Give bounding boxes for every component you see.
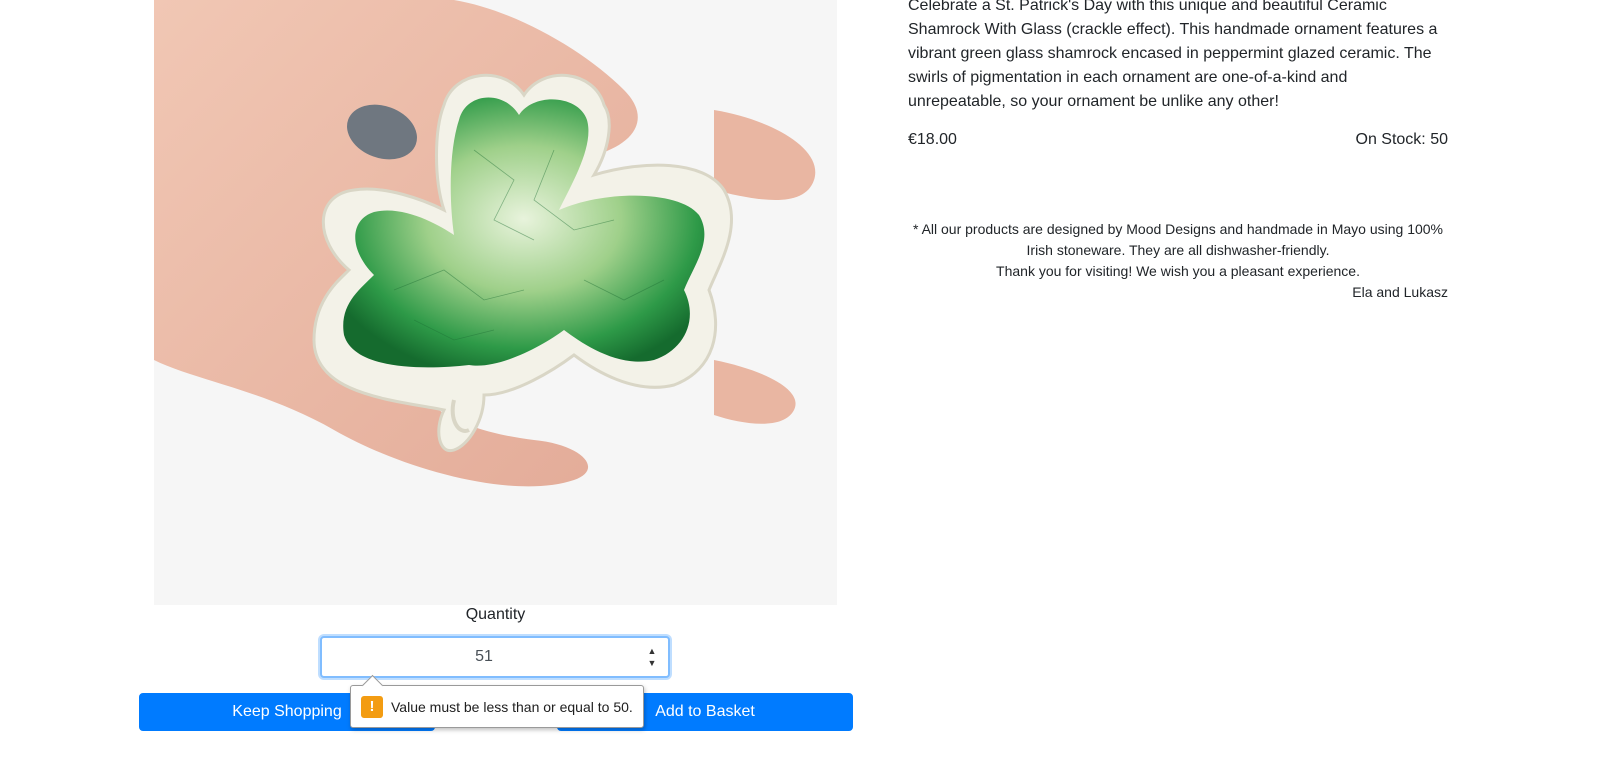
shamrock-photo bbox=[154, 0, 837, 605]
signature: Ela and Lukasz bbox=[1352, 284, 1448, 300]
validation-message: Value must be less than or equal to 50. bbox=[391, 698, 633, 715]
stock-count: On Stock: 50 bbox=[1355, 131, 1449, 148]
quantity-stepper[interactable]: ▲ ▼ bbox=[646, 646, 658, 668]
product-page: Celebrate a St. Patrick's Day with this … bbox=[0, 0, 1612, 758]
quantity-label: Quantity bbox=[465, 606, 526, 623]
decrement-arrow-icon[interactable]: ▼ bbox=[648, 658, 657, 668]
warning-icon: ! bbox=[361, 695, 383, 718]
thank-you-text: Thank you for visiting! We wish you a pl… bbox=[996, 263, 1360, 279]
product-description: Celebrate a St. Patrick's Day with this … bbox=[908, 0, 1438, 110]
increment-arrow-icon[interactable]: ▲ bbox=[648, 646, 657, 656]
validation-tooltip: ! Value must be less than or equal to 50… bbox=[350, 685, 644, 728]
product-price: €18.00 bbox=[908, 131, 957, 148]
maker-note-text: * All our products are designed by Mood … bbox=[913, 221, 1443, 258]
maker-note: * All our products are designed by Mood … bbox=[908, 219, 1448, 282]
quantity-input[interactable] bbox=[322, 638, 668, 676]
quantity-field[interactable]: ▲ ▼ bbox=[320, 636, 670, 678]
product-image bbox=[154, 0, 837, 605]
